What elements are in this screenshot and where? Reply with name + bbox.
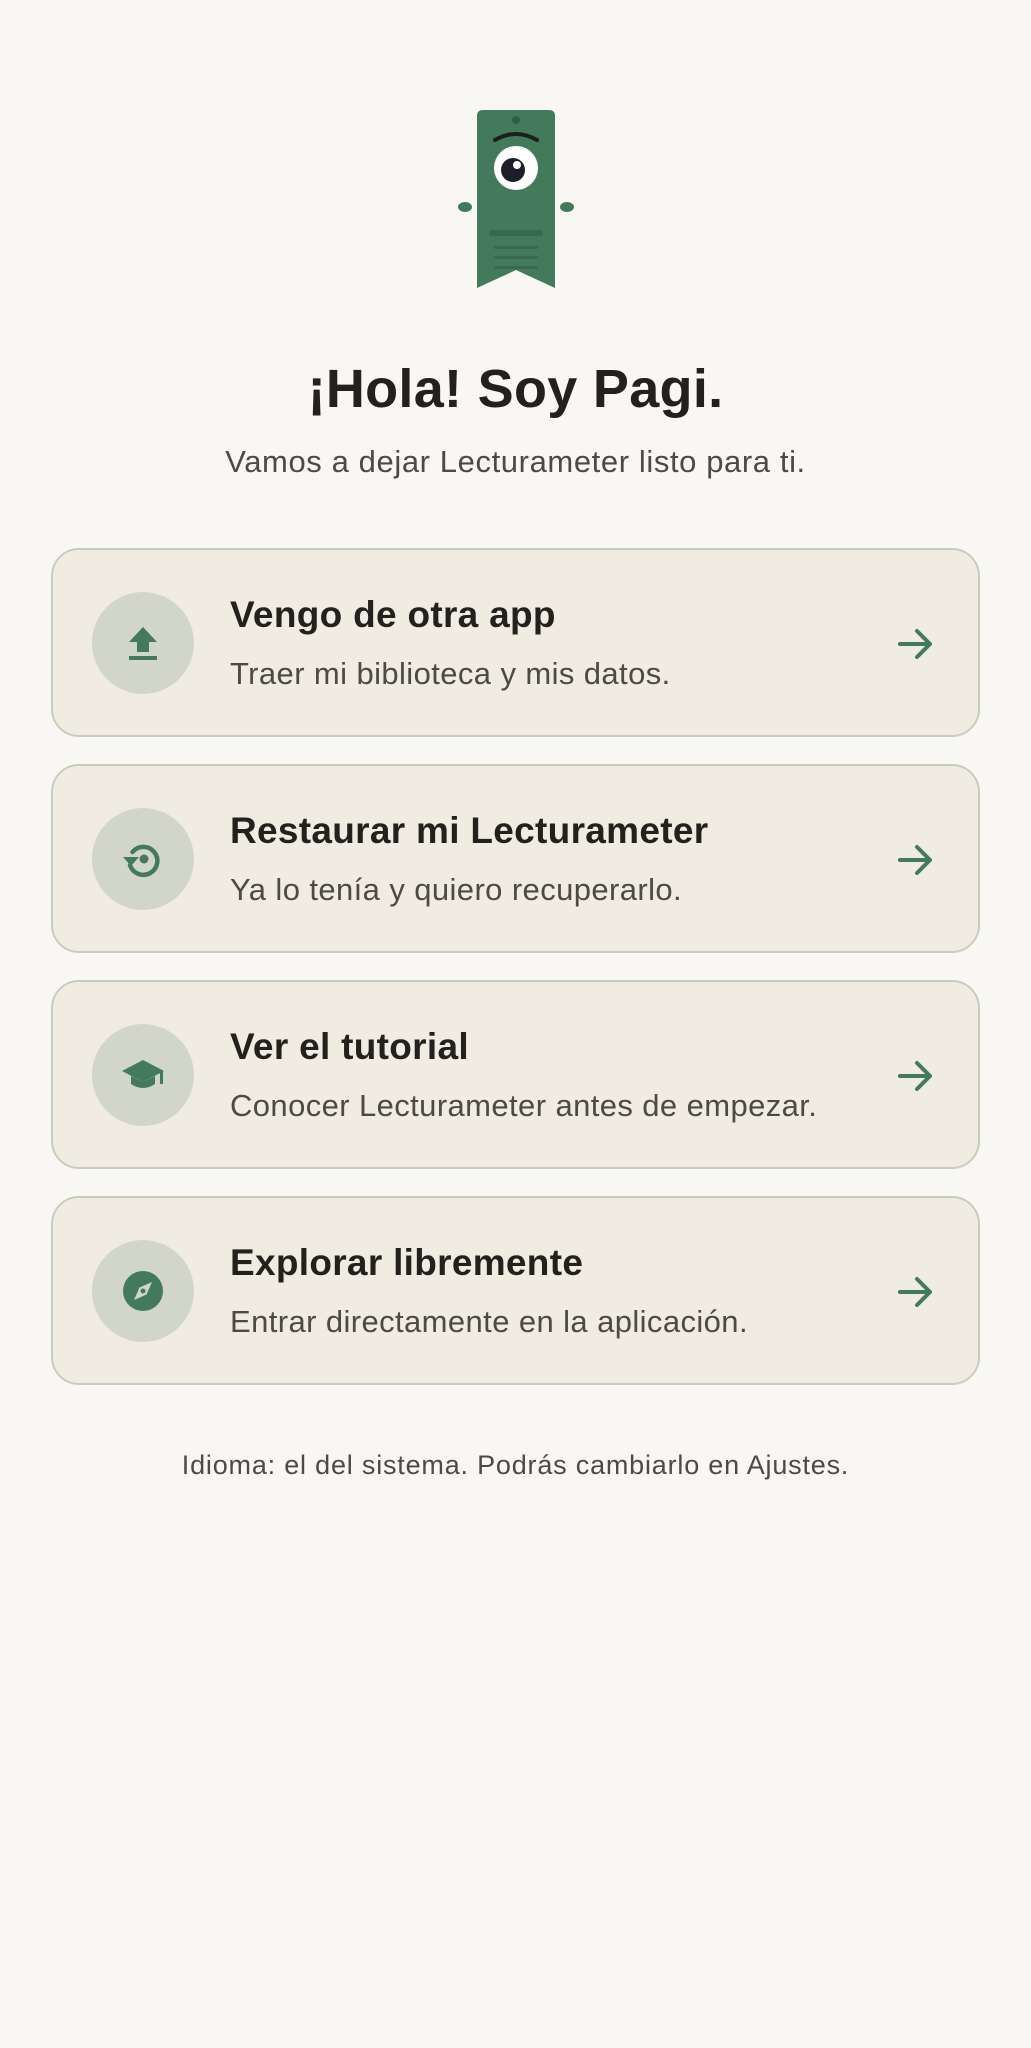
option-title: Vengo de otra app [230, 594, 556, 635]
restore-icon [92, 808, 194, 910]
arrow-right-icon [898, 629, 932, 659]
welcome-title: ¡Hola! Soy Pagi. [307, 359, 724, 419]
arrow-right-icon [898, 1277, 932, 1307]
option-explore-freely[interactable]: Explorar libremente Entrar directamente … [51, 1196, 980, 1385]
option-description: Conocer Lecturameter antes de empezar. [230, 1088, 818, 1123]
language-note: Idioma: el del sistema. Podrás cambiarlo… [181, 1450, 850, 1480]
compass-icon [92, 1240, 194, 1342]
option-description: Traer mi biblioteca y mis datos. [230, 656, 671, 691]
option-import-from-other-app[interactable]: Vengo de otra app Traer mi biblioteca y … [51, 548, 980, 737]
option-title: Restaurar mi Lecturameter [230, 810, 709, 851]
graduation-cap-icon [92, 1024, 194, 1126]
arrow-right-icon [898, 1061, 932, 1091]
bookmark-mascot-icon [458, 110, 574, 288]
option-description: Ya lo tenía y quiero recuperarlo. [230, 872, 683, 907]
option-title: Ver el tutorial [230, 1026, 469, 1067]
upload-icon [92, 592, 194, 694]
option-restore-lecturameter[interactable]: Restaurar mi Lecturameter Ya lo tenía y … [51, 764, 980, 953]
option-description: Entrar directamente en la aplicación. [230, 1304, 748, 1339]
arrow-right-icon [898, 845, 932, 875]
option-title: Explorar libremente [230, 1242, 584, 1283]
option-view-tutorial[interactable]: Ver el tutorial Conocer Lecturameter ant… [51, 980, 980, 1169]
welcome-subtitle: Vamos a dejar Lecturameter listo para ti… [225, 444, 806, 479]
